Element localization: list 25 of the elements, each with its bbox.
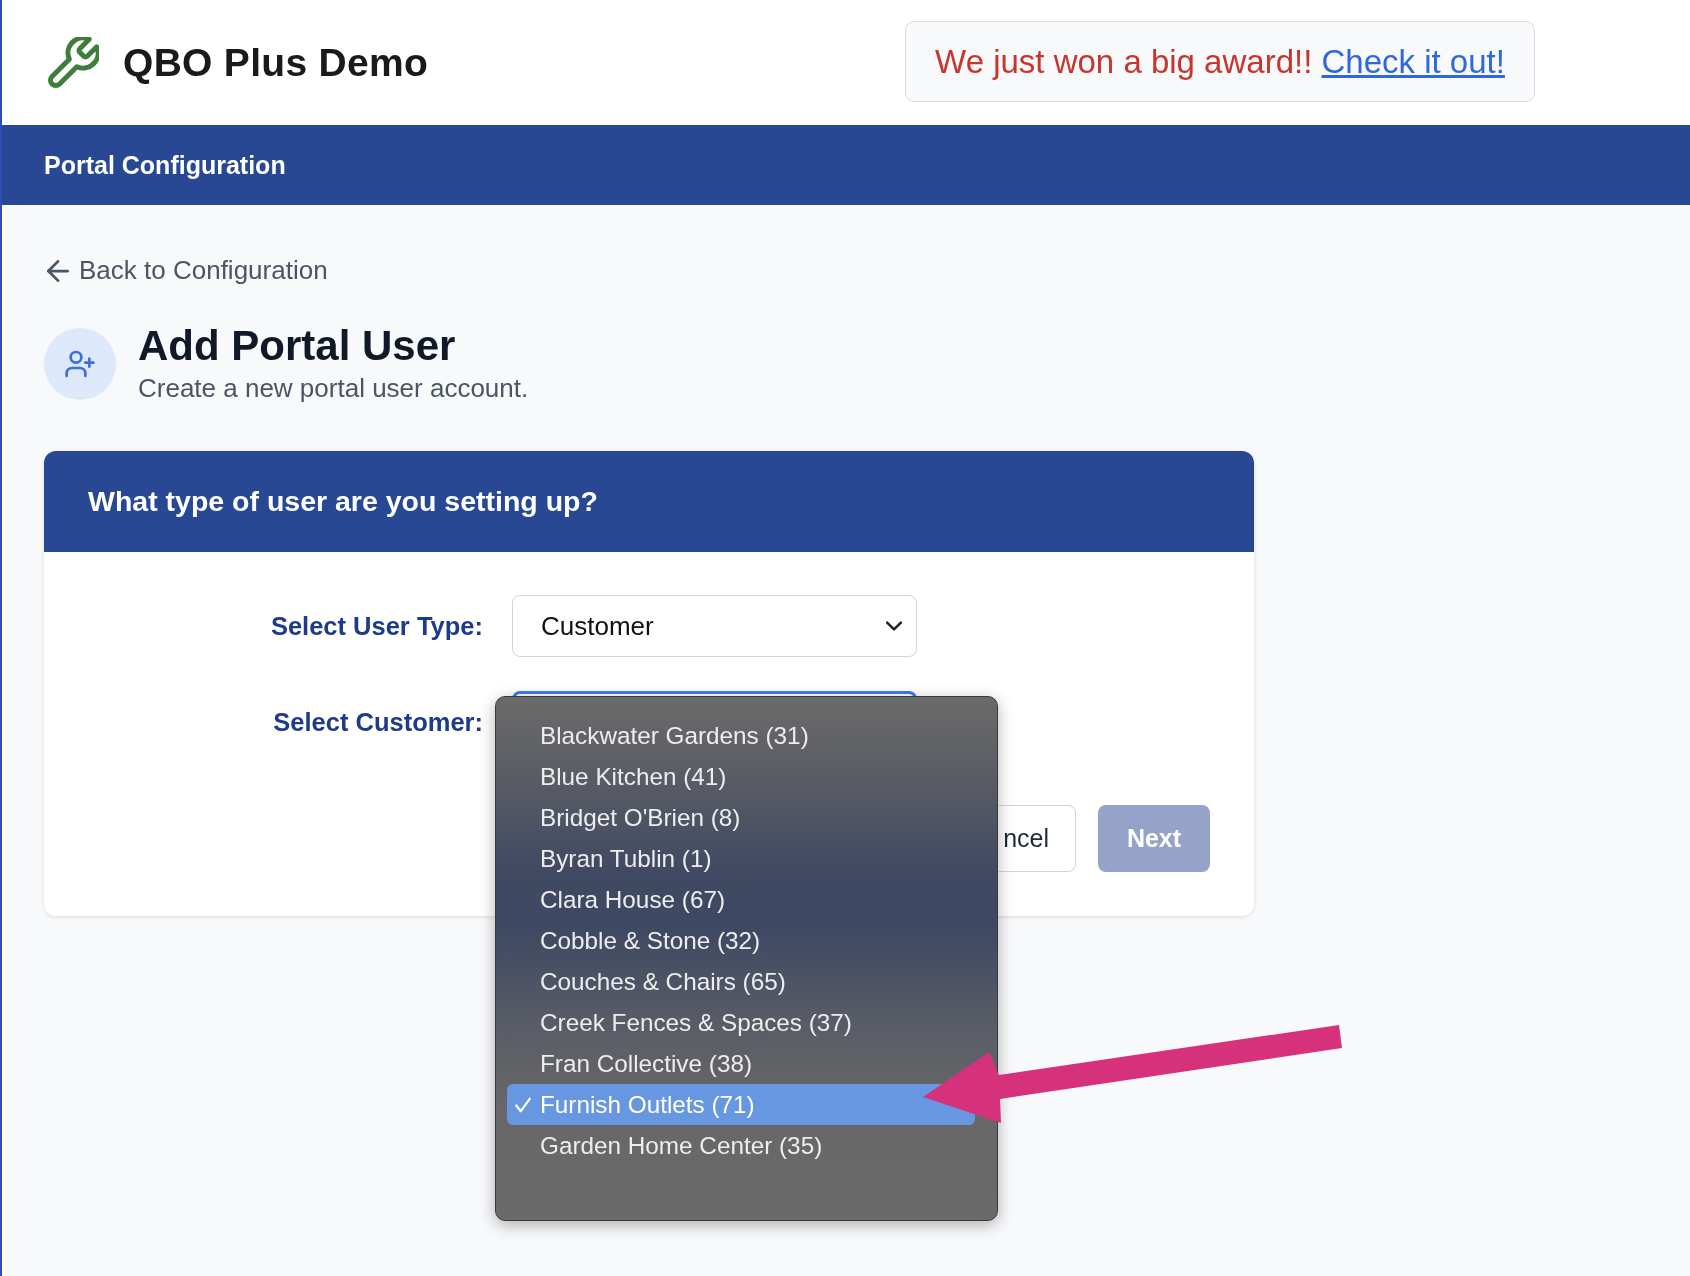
dropdown-option[interactable]: Garden Home Center (35) [507, 1125, 827, 1167]
dropdown-option[interactable]: Byran Tublin (1) [507, 838, 716, 880]
field-label: Select Customer: [272, 707, 483, 737]
select-field[interactable]: Customer [512, 595, 917, 658]
dropdown-option[interactable]: Blue Kitchen (41) [507, 756, 731, 798]
checkmark-icon [514, 1095, 532, 1114]
chevron-down-icon [886, 621, 902, 632]
app-title: QBO Plus Demo [123, 40, 429, 85]
dropdown-option[interactable]: Bridget O'Brien (8) [507, 797, 745, 839]
dropdown-option[interactable]: Clara House (67) [507, 879, 729, 921]
back-link[interactable]: Back to Configuration [47, 255, 328, 286]
announcement-link[interactable]: Check it out! [1321, 42, 1505, 80]
wrench-icon [47, 36, 99, 89]
nav-title: Portal Configuration [44, 150, 286, 180]
cancel-button[interactable]: ncel [998, 805, 1076, 873]
page-title: Add Portal User [138, 323, 457, 370]
field-label: Select User Type: [269, 611, 483, 641]
dropdown-option[interactable]: Creek Fences & Spaces (37) [507, 1002, 856, 1044]
dropdown-option[interactable]: Blackwater Gardens (31) [507, 715, 813, 757]
dropdown-option[interactable]: Fran Collective (38) [507, 1043, 756, 1085]
dropdown-option[interactable]: Couches & Chairs (65) [507, 961, 790, 1003]
page-subtitle: Create a new portal user account. [138, 373, 529, 405]
announcement-text: We just won a big award!! Check it out! [935, 42, 1505, 81]
dropdown-option[interactable]: Cobble & Stone (32) [507, 920, 765, 962]
card-title: What type of user are you setting up? [88, 485, 598, 519]
